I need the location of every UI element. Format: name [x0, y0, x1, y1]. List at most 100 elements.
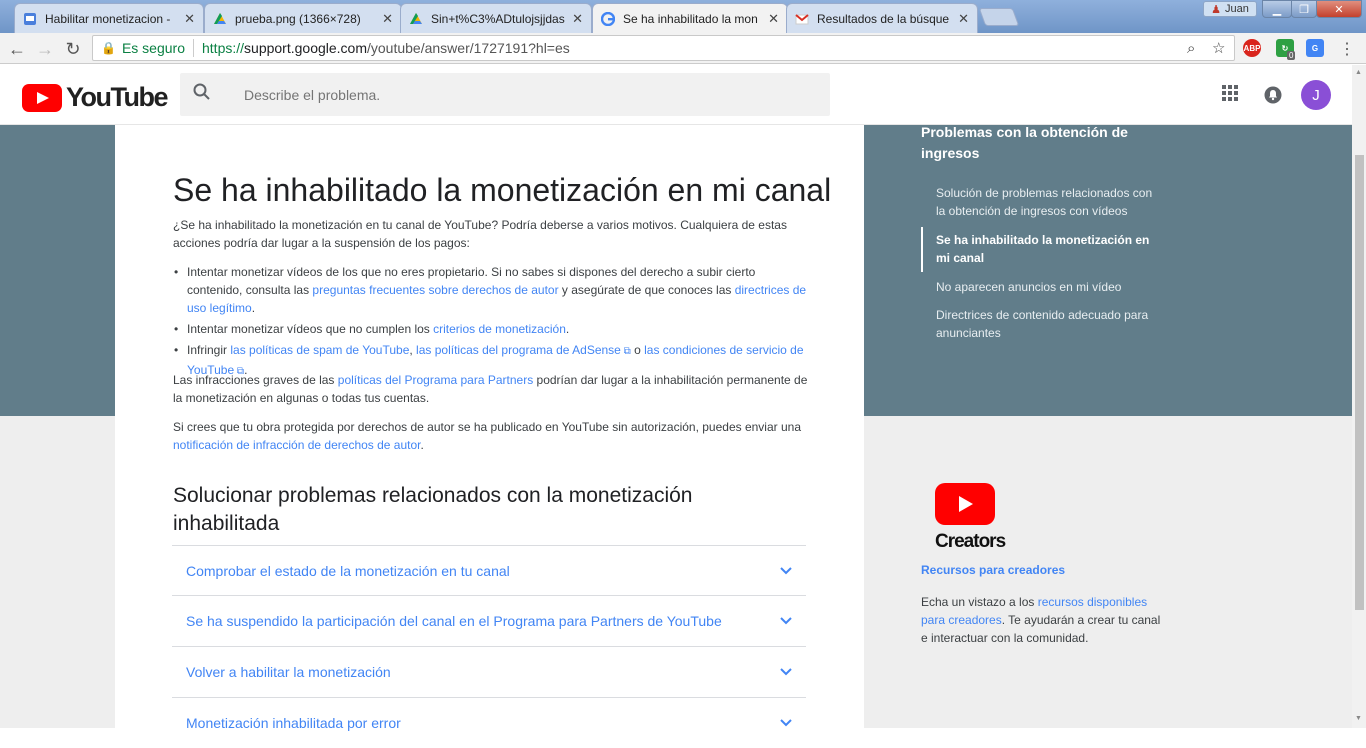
close-window-button[interactable]: ✕ [1316, 0, 1362, 18]
text: . [565, 322, 570, 336]
apps-grid-icon[interactable] [1222, 85, 1238, 106]
google-icon [600, 11, 616, 27]
url-scheme: https:// [202, 40, 245, 56]
minimize-button[interactable]: ▁ [1262, 0, 1292, 18]
section-title: Solucionar problemas relacionados con la… [173, 484, 693, 535]
external-link-icon: ⧉ [620, 346, 631, 357]
accordion-item-reenable[interactable]: Volver a habilitar la monetización [172, 646, 806, 697]
accordion-item-suspended[interactable]: Se ha suspendido la participación del ca… [172, 595, 806, 646]
profile-button[interactable]: ♟ Juan [1203, 1, 1257, 17]
youtube-play-icon [935, 483, 995, 525]
tab-title: Habilitar monetizacion - [45, 11, 171, 26]
search-input[interactable] [244, 86, 804, 103]
page-scrollbar[interactable]: ▲ ▼ [1352, 65, 1366, 728]
copyright-notice-link[interactable]: notificación de infracción de derechos d… [173, 438, 421, 452]
text: y asegúrate de que conoces las [558, 283, 735, 297]
accordion-label: Monetización inhabilitada por error [186, 715, 401, 731]
menu-dots-icon[interactable]: ⋮ [1336, 38, 1358, 60]
monetization-criteria-link[interactable]: criterios de monetización [433, 322, 566, 336]
tab-title: prueba.png (1366×728) [235, 11, 361, 26]
tab-title: Se ha inhabilitado la mon [623, 12, 758, 26]
text: Infringir [187, 343, 231, 357]
tab-title: Sin+t%C3%ADtulojsjjdas [431, 11, 565, 26]
translate-icon[interactable]: G [1306, 39, 1324, 57]
gmail-icon [795, 12, 809, 26]
intro-paragraph: ¿Se ha inhabilitado la monetización en t… [173, 218, 787, 250]
close-icon[interactable]: ✕ [184, 11, 195, 27]
logo-text: YouTube [66, 82, 168, 112]
close-icon[interactable]: ✕ [768, 11, 779, 27]
back-arrow-icon[interactable]: ← [6, 38, 28, 60]
drive-icon [213, 12, 227, 26]
accordion-label: Volver a habilitar la monetización [186, 664, 391, 680]
creators-logo: Creators [935, 483, 1006, 563]
partner-policies-link[interactable]: políticas del Programa para Partners [338, 373, 533, 387]
adblock-icon[interactable]: ABP [1243, 39, 1261, 57]
adsense-policies-link[interactable]: las políticas del programa de AdSense [416, 343, 621, 357]
list-item: Intentar monetizar vídeos que no cumplen… [173, 320, 813, 338]
maximize-button[interactable]: ❐ [1291, 0, 1317, 18]
drive-icon [409, 12, 423, 26]
accordion-label: Comprobar el estado de la monetización e… [186, 563, 510, 579]
divider [193, 39, 194, 57]
address-bar[interactable]: 🔒 Es seguro https:// support.google.com … [92, 35, 1235, 61]
page-title: Se ha inhabilitado la monetización en mi… [173, 172, 832, 208]
sidebar-title: Problemas con la obtención de ingresos [921, 124, 1128, 161]
accordion-label: Se ha suspendido la participación del ca… [186, 613, 722, 629]
star-icon[interactable]: ☆ [1212, 39, 1225, 57]
spam-policies-link[interactable]: las políticas de spam de YouTube [230, 343, 409, 357]
browser-toolbar: ← → ↻ 🔒 Es seguro https:// support.googl… [0, 33, 1366, 64]
notifications-icon[interactable] [1264, 86, 1282, 109]
close-icon[interactable]: ✕ [572, 11, 583, 27]
browser-tab-2[interactable]: prueba.png (1366×728) ✕ [204, 3, 402, 33]
avatar[interactable]: J [1301, 80, 1331, 110]
active-indicator [921, 227, 923, 272]
lock-icon: 🔒 [101, 41, 116, 55]
scroll-up-icon[interactable]: ▲ [1355, 69, 1362, 76]
zoom-icon[interactable]: ⌕ [1187, 40, 1195, 57]
chevron-down-icon [780, 614, 792, 628]
text: Intentar monetizar vídeos que no cumplen… [187, 322, 434, 336]
sidebar-item-no-ads[interactable]: No aparecen anuncios en mi vídeo [936, 278, 1161, 296]
youtube-logo[interactable]: YouTube [22, 82, 168, 113]
browser-tab-3[interactable]: Sin+t%C3%ADtulojsjjdas ✕ [400, 3, 592, 33]
youtube-play-icon [22, 83, 62, 112]
accordion-item-error[interactable]: Monetización inhabilitada por error [172, 697, 806, 748]
text: . [251, 301, 256, 315]
url-path: /youtube/answer/1727191?hl=es [367, 40, 570, 56]
close-icon[interactable]: ✕ [958, 11, 969, 27]
chevron-down-icon [780, 564, 792, 578]
creator-resources-link[interactable]: Recursos para creadores [921, 563, 1065, 577]
browser-tabstrip: Habilitar monetizacion - ✕ prueba.png (1… [0, 0, 1366, 34]
new-tab-button[interactable] [978, 8, 1020, 26]
security-label: Es seguro [121, 40, 185, 56]
list-item: Intentar monetizar vídeos de los que no … [173, 263, 813, 317]
creator-resources-text: Echa un vistazo a los recursos disponibl… [921, 593, 1161, 647]
user-icon: ♟ [1211, 3, 1221, 16]
text: o [630, 343, 645, 357]
copyright-faq-link[interactable]: preguntas frecuentes sobre derechos de a… [312, 283, 558, 297]
url-host: support.google.com [244, 40, 367, 56]
sidebar-item-disabled[interactable]: Se ha inhabilitado la monetización en mi… [936, 231, 1161, 267]
chevron-down-icon [780, 665, 792, 679]
search-bar[interactable] [180, 73, 830, 116]
tab-title: Resultados de la búsque [817, 11, 950, 26]
sidebar-item-ad-guidelines[interactable]: Directrices de contenido adecuado para a… [936, 306, 1161, 342]
docs-icon [23, 12, 37, 26]
sidebar-item-troubleshooting[interactable]: Solución de problemas relacionados con l… [936, 184, 1161, 220]
extension-badge: 0 [1287, 51, 1296, 60]
text: . [420, 438, 424, 452]
scroll-down-icon[interactable]: ▼ [1355, 715, 1362, 722]
browser-tab-4[interactable]: Se ha inhabilitado la mon ✕ [592, 3, 788, 34]
partner-paragraph: Las infracciones graves de las políticas… [173, 371, 813, 407]
accordion-item-check-status[interactable]: Comprobar el estado de la monetización e… [172, 545, 806, 596]
scrollbar-thumb[interactable] [1355, 155, 1364, 610]
reload-icon[interactable]: ↻ [62, 38, 84, 60]
adblock-label: ABP [1243, 43, 1261, 53]
browser-tab-1[interactable]: Habilitar monetizacion - ✕ [14, 3, 204, 33]
close-icon[interactable]: ✕ [382, 11, 393, 27]
forward-arrow-icon[interactable]: → [34, 38, 56, 60]
search-icon[interactable] [180, 83, 224, 106]
text: Si crees que tu obra protegida por derec… [173, 420, 801, 434]
browser-tab-5[interactable]: Resultados de la búsque ✕ [786, 3, 978, 33]
